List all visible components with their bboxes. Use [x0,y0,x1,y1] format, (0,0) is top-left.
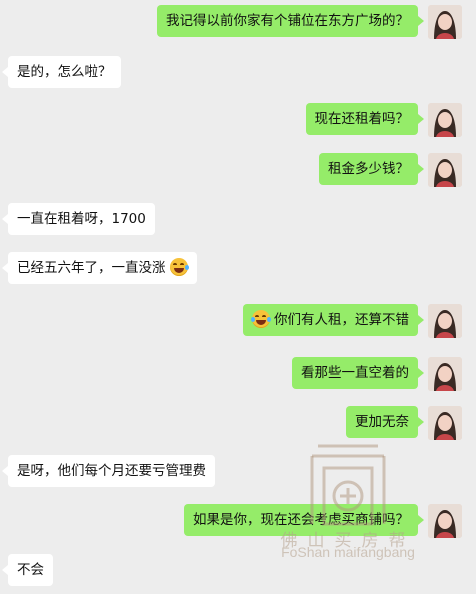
message-text: 更加无奈 [355,414,409,430]
sent-message-bubble[interactable]: 租金多少钱？ [319,153,424,185]
watermark-english-text: FoShan maifangbang [281,544,415,560]
grinning-sweat-emoji [169,258,189,276]
user-avatar-icon [428,153,462,187]
user-avatar-icon [428,103,462,137]
avatar[interactable] [428,103,462,137]
message-text: 看那些一直空着的 [301,365,409,381]
message-text: 你们有人租，还算不错 [274,312,409,328]
message-text: 已经五六年了，一直没涨 [17,260,166,276]
user-avatar-icon [428,5,462,39]
sent-message-bubble[interactable]: 看那些一直空着的 [292,357,424,389]
message-text: 租金多少钱？ [328,161,409,177]
received-message-bubble[interactable]: 不会 [2,554,53,586]
user-avatar-icon [428,357,462,391]
avatar[interactable] [428,504,462,538]
message-text: 我记得以前你家有个铺位在东方广场的？ [166,13,409,29]
message-text: 如果是你，现在还会考虑买商铺吗？ [193,512,409,528]
avatar[interactable] [428,406,462,440]
avatar[interactable] [428,153,462,187]
message-text: 是呀，他们每个月还要亏管理费 [17,463,206,479]
sent-message-bubble[interactable]: 现在还租着吗？ [305,103,424,135]
message-text: 是的，怎么啦？ [17,64,112,80]
sent-message-bubble[interactable]: 更加无奈 [346,406,424,438]
watermark: 佛山买房帮 FoShan maifangbang [268,438,428,568]
avatar[interactable] [428,5,462,39]
message-text: 一直在租着呀，1700 [17,211,146,227]
avatar[interactable] [428,357,462,391]
received-message-bubble[interactable]: 一直在租着呀，1700 [2,203,155,235]
received-message-bubble[interactable]: 是的，怎么啦？ [2,56,121,88]
user-avatar-icon [428,406,462,440]
message-text: 现在还租着吗？ [314,111,410,127]
received-message-bubble[interactable]: 是呀，他们每个月还要亏管理费 [2,455,215,487]
sent-message-bubble[interactable]: 如果是你，现在还会考虑买商铺吗？ [184,504,424,536]
user-avatar-icon [428,304,462,338]
sent-message-bubble[interactable]: 你们有人租，还算不错 [242,304,425,336]
sent-message-bubble[interactable]: 我记得以前你家有个铺位在东方广场的？ [157,5,424,37]
laughing-tears-emoji [250,310,271,328]
avatar[interactable] [428,304,462,338]
message-text: 不会 [17,562,44,578]
received-message-bubble[interactable]: 已经五六年了，一直没涨 [2,252,197,284]
user-avatar-icon [428,504,462,538]
